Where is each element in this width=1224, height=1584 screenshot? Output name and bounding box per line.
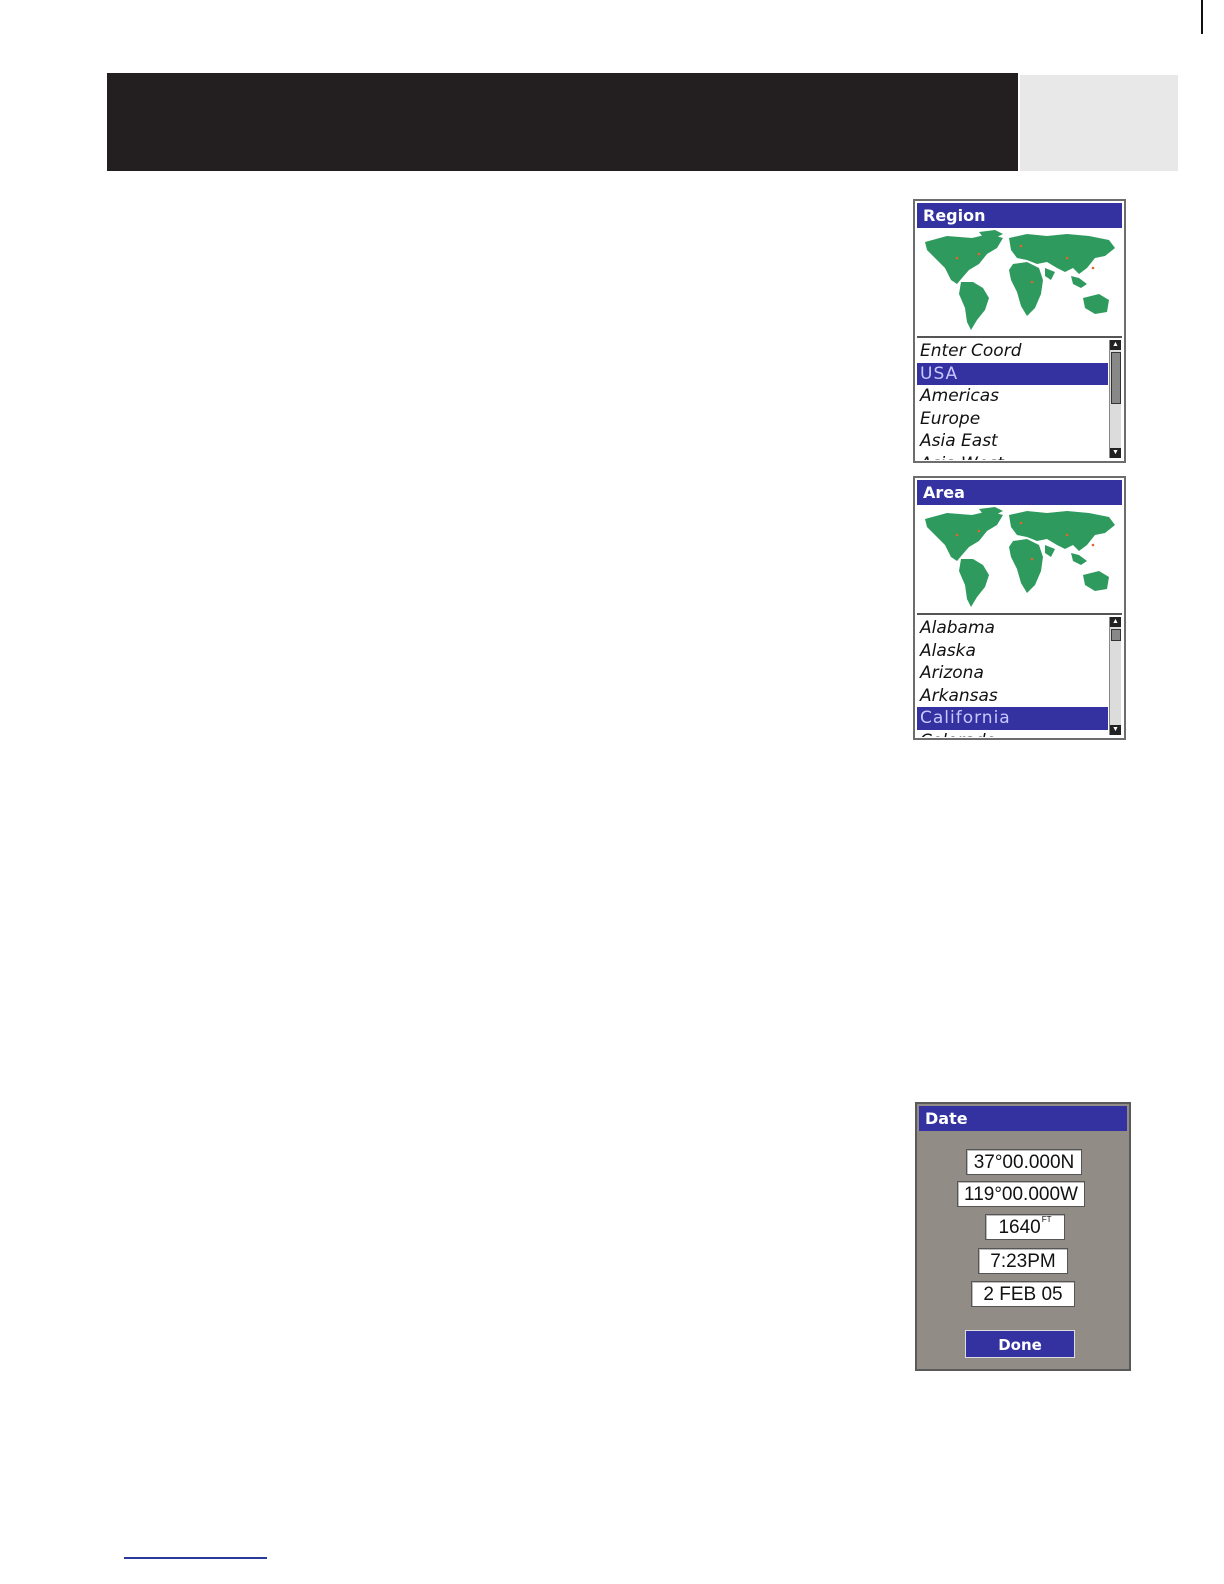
list-item[interactable]: Asia East (917, 430, 1108, 453)
area-title: Area (917, 480, 1122, 505)
latitude-field[interactable]: 37°00.000N (966, 1149, 1082, 1175)
list-item[interactable]: Arizona (917, 662, 1108, 685)
list-item[interactable]: Americas (917, 385, 1108, 408)
date-title: Date (919, 1106, 1127, 1131)
region-title: Region (917, 203, 1122, 228)
header-bar (107, 73, 1018, 171)
scroll-thumb[interactable] (1111, 352, 1121, 404)
world-map-icon (925, 507, 1115, 607)
list-item[interactable]: Colorado (917, 730, 1108, 737)
date-field[interactable]: 2 FEB 05 (971, 1281, 1075, 1307)
list-item[interactable]: Arkansas (917, 685, 1108, 708)
area-scrollbar[interactable]: ▲ ▼ (1109, 617, 1121, 735)
region-scrollbar[interactable]: ▲ ▼ (1109, 340, 1121, 458)
list-item[interactable]: Alabama (917, 617, 1108, 640)
done-button[interactable]: Done (965, 1330, 1075, 1358)
date-value: 2 FEB 05 (983, 1284, 1063, 1305)
world-map-icon (925, 230, 1115, 330)
footer-rule (124, 1557, 267, 1559)
time-value: 7:23PM (990, 1251, 1056, 1272)
list-item[interactable]: Europe (917, 408, 1108, 431)
scroll-thumb[interactable] (1111, 629, 1121, 641)
scroll-down-icon[interactable]: ▼ (1110, 725, 1121, 735)
latitude-value: 37°00.000N (973, 1152, 1075, 1173)
elevation-unit: FT (1041, 1215, 1052, 1224)
elevation-value: 1640 (998, 1217, 1041, 1238)
world-map (917, 228, 1122, 338)
longitude-field[interactable]: 119°00.000W (957, 1181, 1085, 1207)
region-screen: Region Enter Coord USA Americas Europe Asia … (913, 199, 1126, 463)
date-screen: Date 37°00.000N 119°00.000W 1640FT 7:23P… (915, 1102, 1131, 1371)
list-item[interactable]: Alaska (917, 640, 1108, 663)
list-item[interactable]: California (917, 707, 1108, 730)
scroll-up-icon[interactable]: ▲ (1110, 340, 1121, 350)
list-item[interactable]: Asia West (917, 453, 1108, 460)
header-tab (1020, 75, 1178, 171)
edge-rule (1201, 0, 1203, 34)
area-list: AlabamaAlaskaArizonaArkansasCaliforniaCo… (917, 615, 1122, 737)
scroll-up-icon[interactable]: ▲ (1110, 617, 1121, 627)
time-field[interactable]: 7:23PM (978, 1248, 1068, 1274)
elevation-field[interactable]: 1640FT (985, 1214, 1065, 1240)
world-map (917, 505, 1122, 615)
longitude-value: 119°00.000W (964, 1184, 1078, 1205)
list-item[interactable]: USA (917, 362, 1108, 386)
region-list: Enter CoordUSAAmericasEuropeAsia EastAsi… (917, 338, 1122, 460)
scroll-down-icon[interactable]: ▼ (1110, 448, 1121, 458)
list-item[interactable]: Enter Coord (917, 340, 1108, 363)
area-screen: Area Alabama Alaska Arizona Arkansas Califor… (913, 476, 1126, 740)
